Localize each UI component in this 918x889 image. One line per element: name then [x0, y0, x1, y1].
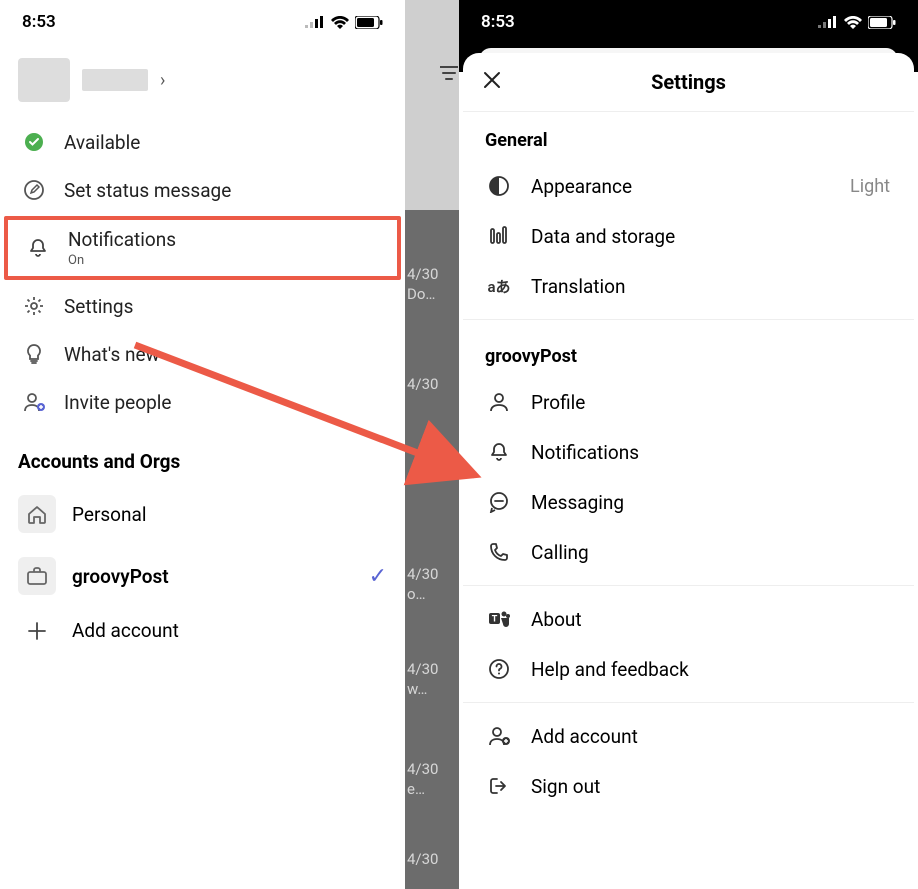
org-label: groovyPost [72, 565, 353, 588]
data-storage-label: Data and storage [531, 225, 675, 248]
messaging-label: Messaging [531, 491, 624, 514]
settings-title: Settings [507, 70, 870, 94]
notifications-item[interactable]: Notifications On [4, 216, 401, 280]
contrast-icon [487, 174, 511, 198]
chat-preview: 4/30Do… [405, 265, 459, 303]
teams-icon: T [487, 607, 511, 631]
translation-item[interactable]: aあ Translation [463, 261, 914, 311]
chat-preview: 4/30e… [405, 760, 459, 798]
invite-label: Invite people [64, 391, 171, 414]
sign-out-label: Sign out [531, 775, 600, 798]
filter-icon[interactable] [440, 65, 458, 85]
status-bar: 8:53 [0, 0, 405, 40]
close-icon[interactable] [481, 69, 507, 95]
notifications-sublabel: On [68, 253, 176, 268]
invite-people-item[interactable]: Invite people [0, 378, 405, 426]
cellular-icon [818, 16, 838, 28]
chat-preview: 4/30 [405, 465, 459, 485]
notifications-label: Notifications [68, 228, 176, 251]
add-account-label: Add account [72, 619, 387, 642]
divider [463, 702, 914, 703]
calling-item[interactable]: Calling [463, 527, 914, 577]
settings-label: Settings [64, 295, 133, 318]
chat-preview: 4/30o… [405, 565, 459, 603]
user-profile-row[interactable]: › [0, 40, 405, 112]
settings-header: Settings [463, 53, 914, 112]
sign-out-item[interactable]: Sign out [463, 761, 914, 811]
status-time: 8:53 [481, 12, 515, 32]
presence-available-icon [22, 130, 46, 154]
avatar [18, 58, 70, 102]
status-time: 8:53 [22, 12, 56, 32]
chevron-right-icon: › [160, 70, 165, 91]
chat-preview: 4/30 [405, 850, 459, 870]
invite-people-icon [22, 390, 46, 414]
help-label: Help and feedback [531, 658, 689, 681]
settings-sheet: Settings General Appearance Light Data a… [463, 53, 914, 889]
set-status-label: Set status message [64, 179, 231, 202]
wifi-icon [331, 16, 349, 29]
svg-text:T: T [492, 615, 498, 625]
background-panel-top [405, 0, 459, 210]
chat-preview: 4/30 [405, 375, 459, 395]
translation-label: Translation [531, 275, 625, 298]
chat-preview: 4/30w… [405, 660, 459, 698]
whats-new-label: What's new [64, 343, 160, 366]
bell-icon [487, 440, 511, 464]
status-bar: 8:53 [459, 0, 918, 40]
status-available-item[interactable]: Available [0, 118, 405, 166]
org-section-label: groovyPost [463, 328, 914, 377]
right-screen: 8:53 Settings General Appearance Light D… [459, 0, 918, 889]
phone-icon [487, 540, 511, 564]
sign-out-icon [487, 774, 511, 798]
add-account-item[interactable]: Add account [0, 607, 405, 654]
help-icon [487, 657, 511, 681]
divider [463, 319, 914, 320]
cellular-icon [305, 16, 325, 28]
appearance-item[interactable]: Appearance Light [463, 161, 914, 211]
whats-new-item[interactable]: What's new [0, 330, 405, 378]
user-name-redacted [82, 69, 148, 91]
org-account-item[interactable]: groovyPost ✓ [0, 545, 405, 607]
profile-label: Profile [531, 391, 585, 414]
help-item[interactable]: Help and feedback [463, 644, 914, 694]
divider [463, 585, 914, 586]
personal-label: Personal [72, 503, 387, 526]
about-label: About [531, 608, 582, 631]
bell-icon [26, 236, 50, 260]
calling-label: Calling [531, 541, 589, 564]
accounts-orgs-header: Accounts and Orgs [0, 432, 405, 483]
appearance-value: Light [850, 176, 890, 197]
appearance-label: Appearance [531, 175, 632, 198]
lightbulb-icon [22, 342, 46, 366]
about-item[interactable]: T About [463, 594, 914, 644]
battery-icon [355, 16, 383, 29]
profile-item[interactable]: Profile [463, 377, 914, 427]
battery-icon [868, 16, 896, 29]
status-label: Available [64, 131, 140, 154]
add-person-icon [487, 724, 511, 748]
general-section-label: General [463, 112, 914, 161]
add-account-setting-item[interactable]: Add account [463, 711, 914, 761]
notifications-setting-label: Notifications [531, 441, 639, 464]
set-status-item[interactable]: Set status message [0, 166, 405, 214]
wifi-icon [844, 16, 862, 29]
gear-icon [22, 294, 46, 318]
edit-icon [22, 178, 46, 202]
messaging-item[interactable]: Messaging [463, 477, 914, 527]
plus-icon [18, 621, 56, 641]
settings-item[interactable]: Settings [0, 282, 405, 330]
personal-account-item[interactable]: Personal [0, 483, 405, 545]
add-account-setting-label: Add account [531, 725, 638, 748]
checkmark-icon: ✓ [369, 564, 387, 589]
left-screen: 4/30Do… 4/30 4/30 4/30o… 4/30w… 4/30e… 4… [0, 0, 459, 889]
data-storage-icon [487, 224, 511, 248]
chat-icon [487, 490, 511, 514]
home-icon [18, 495, 56, 533]
person-icon [487, 390, 511, 414]
briefcase-icon [18, 557, 56, 595]
notifications-setting-item[interactable]: Notifications [463, 427, 914, 477]
data-storage-item[interactable]: Data and storage [463, 211, 914, 261]
translation-icon: aあ [487, 274, 511, 298]
